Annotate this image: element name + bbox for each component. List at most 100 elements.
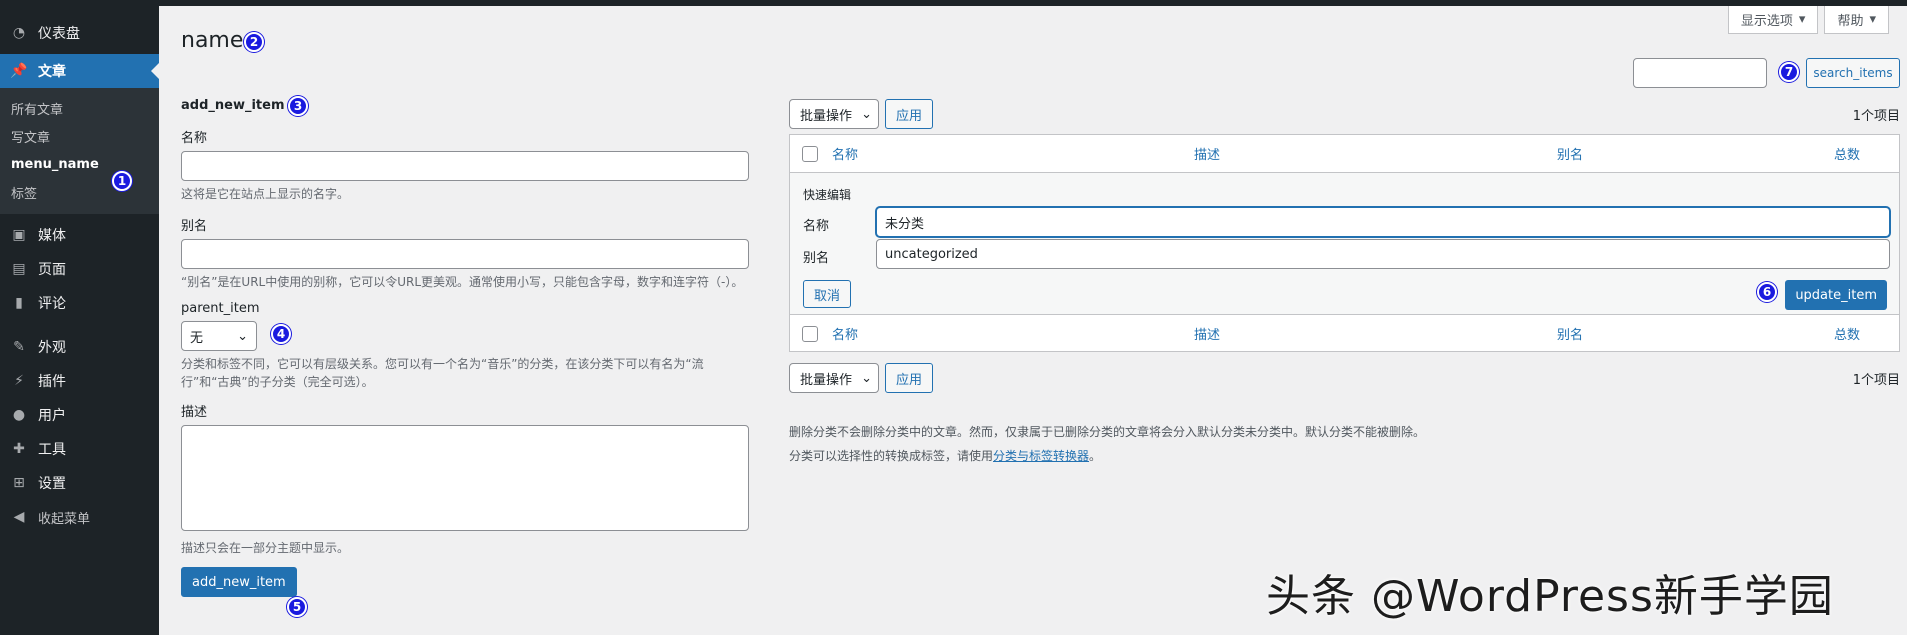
category-tag-converter-link[interactable]: 分类与标签转换器 bbox=[993, 449, 1089, 463]
menu-label: 工具 bbox=[38, 442, 66, 458]
annotation-badge: 1 bbox=[112, 171, 132, 191]
column-count[interactable]: 总数 bbox=[1834, 144, 1860, 163]
annotation-badge: 6 bbox=[1757, 282, 1777, 302]
add-term-form: add_new_item 名称 这将是它在站点上显示的名字。 别名 “别名”是在… bbox=[181, 98, 749, 597]
menu-plugins[interactable]: ⚡ 插件 bbox=[0, 364, 159, 398]
search-items-button[interactable]: search_items bbox=[1806, 58, 1900, 88]
name-label: 名称 bbox=[181, 131, 208, 146]
submenu-new-post[interactable]: 写文章 bbox=[0, 122, 159, 150]
menu-label: 收起菜单 bbox=[38, 511, 91, 527]
update-item-button[interactable]: update_item bbox=[1785, 280, 1887, 310]
parent-help: 分类和标签不同，它可以有层级关系。您可以有一个名为“音乐”的分类，在该分类下可以… bbox=[181, 357, 704, 389]
menu-label: 仪表盘 bbox=[38, 26, 80, 42]
annotation-badge: 3 bbox=[288, 96, 308, 116]
menu-media[interactable]: ▣ 媒体 bbox=[0, 218, 159, 252]
chevron-down-icon: ⌄ bbox=[237, 328, 248, 344]
cancel-button[interactable]: 取消 bbox=[803, 280, 852, 308]
notes-line-1: 删除分类不会删除分类中的文章。然而，仅隶属于已删除分类的文章将会分入默认分类未分… bbox=[789, 425, 1426, 439]
slug-label: 别名 bbox=[181, 219, 208, 234]
name-help: 这将是它在站点上显示的名字。 bbox=[181, 187, 350, 201]
parent-value: 无 bbox=[190, 330, 204, 346]
add-new-item-button[interactable]: add_new_item bbox=[181, 567, 297, 597]
slug-input[interactable] bbox=[181, 239, 749, 269]
select-all-checkbox[interactable] bbox=[802, 145, 818, 162]
user-icon: ● bbox=[12, 407, 26, 423]
help-button[interactable]: 帮助 ▾ bbox=[1824, 6, 1889, 34]
submenu-tags[interactable]: 标签 bbox=[0, 178, 159, 206]
item-count-bottom: 1个项目 bbox=[1852, 372, 1900, 388]
qe-slug-label: 别名 bbox=[803, 251, 830, 266]
menu-label: 评论 bbox=[38, 296, 66, 312]
menu-comments[interactable]: ▮ 评论 bbox=[0, 286, 159, 320]
qe-slug-value: uncategorized bbox=[885, 246, 978, 262]
plugin-icon: ⚡ bbox=[14, 373, 24, 389]
description-help: 描述只会在一部分主题中显示。 bbox=[181, 541, 350, 555]
screen-options-label: 显示选项 bbox=[1740, 14, 1793, 29]
annotation-badge: 2 bbox=[244, 32, 264, 52]
tablenav-bottom: 批量操作 ⌄ 应用 1个项目 bbox=[789, 363, 1900, 393]
parent-label: parent_item bbox=[181, 301, 260, 316]
menu-dashboard[interactable]: ◔ 仪表盘 bbox=[0, 16, 159, 50]
bulk-action-select-bottom[interactable]: 批量操作 ⌄ bbox=[789, 363, 879, 393]
column-description[interactable]: 描述 bbox=[1194, 144, 1220, 163]
description-textarea[interactable] bbox=[181, 425, 749, 531]
column-name-footer[interactable]: 名称 bbox=[832, 324, 858, 343]
bulk-action-label: 批量操作 bbox=[800, 108, 853, 124]
pin-icon: 📌 bbox=[10, 63, 28, 79]
menu-label: 外观 bbox=[38, 340, 66, 356]
select-all-checkbox-footer[interactable] bbox=[802, 325, 818, 342]
admin-sidebar: ◔ 仪表盘 📌 文章 所有文章 写文章 menu_name 标签 ▣ 媒体 ▤ … bbox=[0, 6, 159, 635]
notes-line-2-prefix: 分类可以选择性的转换成标签，请使用 bbox=[789, 449, 994, 463]
table-header-row: 名称 描述 别名 总数 bbox=[790, 135, 1899, 173]
qe-name-value: 未分类 bbox=[885, 216, 925, 232]
search-input[interactable] bbox=[1633, 58, 1767, 88]
submenu-all-posts[interactable]: 所有文章 bbox=[0, 94, 159, 122]
brush-icon: ✎ bbox=[13, 339, 25, 355]
menu-collapse[interactable]: ◀ 收起菜单 bbox=[0, 500, 159, 534]
menu-settings[interactable]: ⊞ 设置 bbox=[0, 466, 159, 500]
wrench-icon: ✚ bbox=[13, 441, 25, 457]
category-notes: 删除分类不会删除分类中的文章。然而，仅隶属于已删除分类的文章将会分入默认分类未分… bbox=[789, 420, 1425, 468]
column-count-footer[interactable]: 总数 bbox=[1834, 324, 1860, 343]
annotation-badge: 5 bbox=[287, 597, 307, 617]
name-input[interactable] bbox=[181, 151, 749, 181]
apply-button-bottom[interactable]: 应用 bbox=[885, 363, 934, 393]
column-description-footer[interactable]: 描述 bbox=[1194, 324, 1220, 343]
notes-line-2-suffix: 。 bbox=[1089, 449, 1102, 463]
column-slug[interactable]: 别名 bbox=[1557, 144, 1583, 163]
menu-label: 页面 bbox=[38, 262, 66, 278]
parent-select[interactable]: 无 ⌄ bbox=[181, 321, 257, 351]
annotation-badge: 4 bbox=[271, 324, 291, 344]
caret-down-icon: ▾ bbox=[1869, 12, 1876, 27]
apply-button[interactable]: 应用 bbox=[885, 99, 934, 129]
quick-edit-panel: 快速编辑 名称 未分类 别名 uncategorized 取消 update_i… bbox=[790, 173, 1899, 314]
qe-name-label: 名称 bbox=[803, 219, 830, 234]
page-icon: ▤ bbox=[12, 261, 26, 277]
column-slug-footer[interactable]: 别名 bbox=[1557, 324, 1583, 343]
help-label: 帮助 bbox=[1837, 14, 1864, 29]
dashboard-icon: ◔ bbox=[12, 25, 26, 41]
collapse-icon: ◀ bbox=[13, 509, 25, 525]
qe-name-input[interactable]: 未分类 bbox=[876, 207, 1890, 237]
watermark-text: 头条 @WordPress新手学园 bbox=[1266, 571, 1834, 622]
annotation-badge: 7 bbox=[1779, 62, 1799, 82]
tablenav-top: 批量操作 ⌄ 应用 1个项目 bbox=[789, 99, 1900, 129]
description-label: 描述 bbox=[181, 405, 208, 420]
screen-meta-links: 显示选项 ▾ 帮助 ▾ bbox=[1727, 6, 1889, 34]
menu-appearance[interactable]: ✎ 外观 bbox=[0, 330, 159, 364]
table-footer-row: 名称 描述 别名 总数 bbox=[790, 314, 1899, 352]
menu-posts[interactable]: 📌 文章 bbox=[0, 54, 159, 88]
menu-users[interactable]: ● 用户 bbox=[0, 398, 159, 432]
screen-options-button[interactable]: 显示选项 ▾ bbox=[1727, 6, 1819, 34]
bulk-action-select[interactable]: 批量操作 ⌄ bbox=[789, 99, 879, 129]
qe-slug-input[interactable]: uncategorized bbox=[876, 239, 1890, 269]
menu-label: 媒体 bbox=[38, 228, 66, 244]
menu-label: 文章 bbox=[38, 64, 66, 80]
menu-pages[interactable]: ▤ 页面 bbox=[0, 252, 159, 286]
page-title: name bbox=[181, 28, 244, 53]
submenu-menu-name[interactable]: menu_name bbox=[0, 150, 159, 178]
column-name[interactable]: 名称 bbox=[832, 144, 858, 163]
chevron-down-icon: ⌄ bbox=[861, 106, 872, 122]
notes-line-2: 分类可以选择性的转换成标签，请使用分类与标签转换器。 bbox=[789, 444, 1425, 468]
menu-tools[interactable]: ✚ 工具 bbox=[0, 432, 159, 466]
